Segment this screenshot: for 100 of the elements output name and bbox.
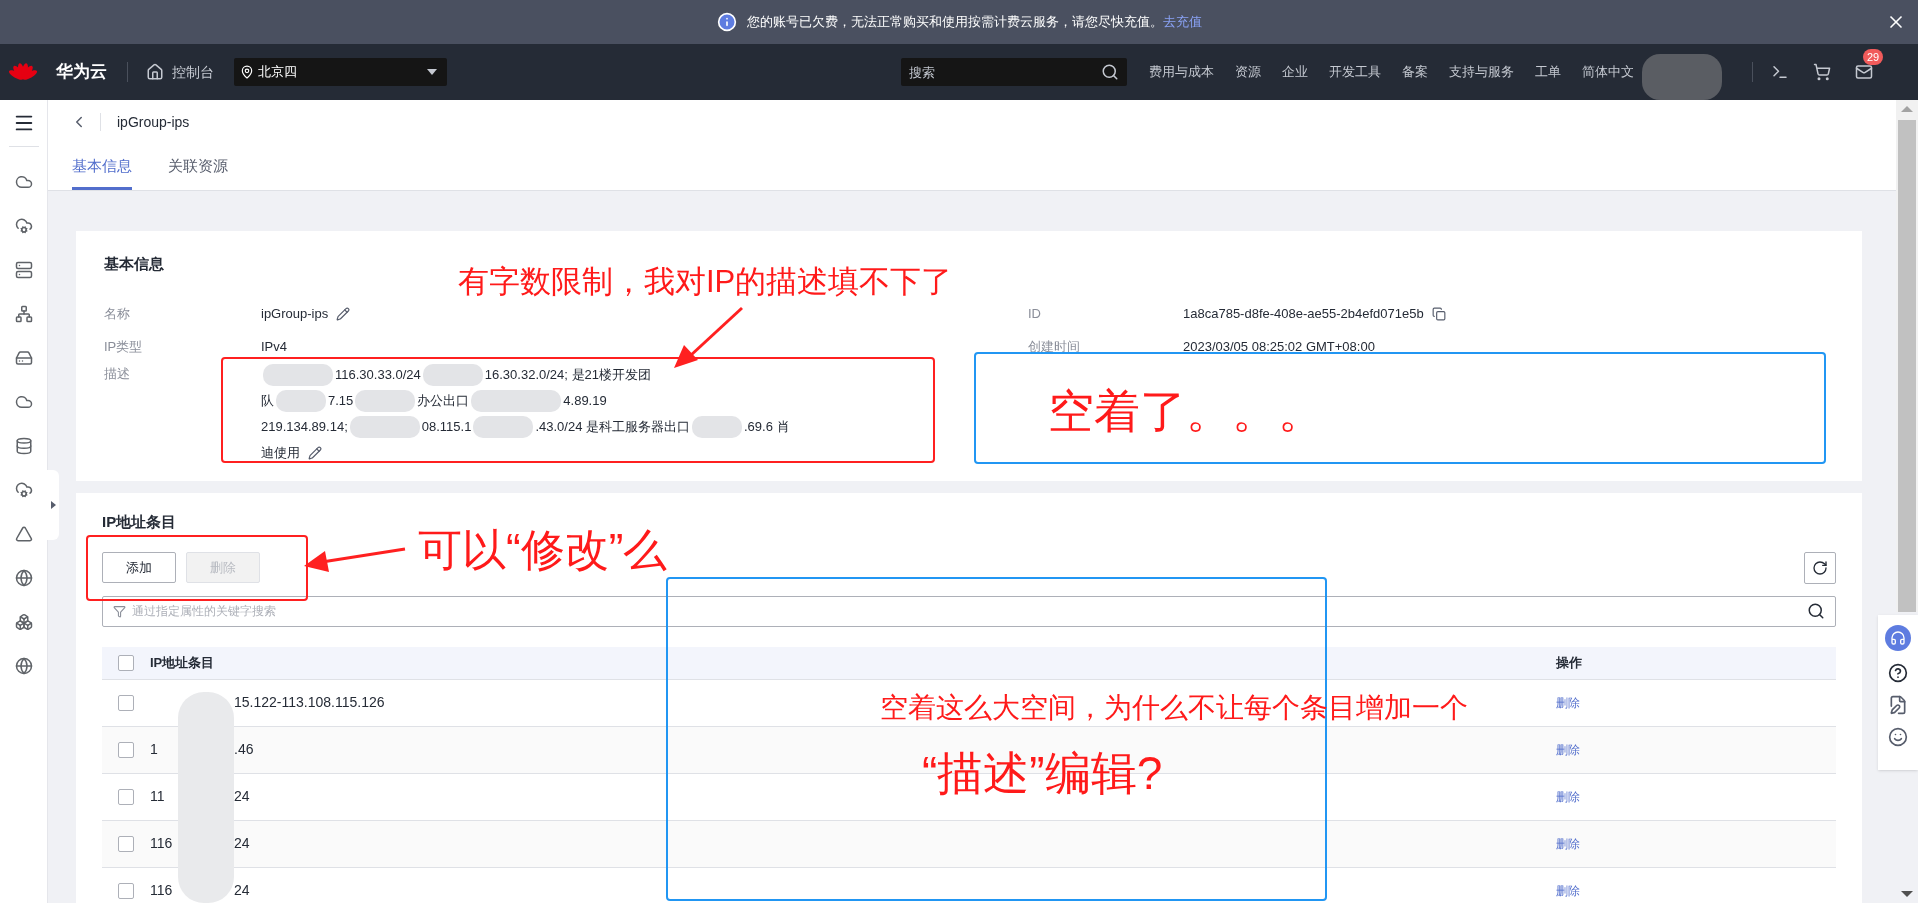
nav-link[interactable]: 支持与服务 bbox=[1449, 62, 1514, 82]
delete-link[interactable]: 删除 bbox=[1550, 881, 1836, 900]
service-icon[interactable] bbox=[14, 437, 33, 455]
service-icon[interactable] bbox=[14, 349, 33, 367]
description-text: 队 bbox=[261, 391, 274, 410]
home-icon bbox=[146, 63, 164, 81]
delete-link[interactable]: 删除 bbox=[1550, 740, 1836, 759]
field-label: ID bbox=[1028, 304, 1042, 323]
pin-icon bbox=[240, 65, 254, 79]
caret-icon bbox=[427, 69, 437, 75]
description-text: 16.30.32.0/24; 是21楼开发团 bbox=[484, 365, 651, 384]
page-title: ipGroup-ips bbox=[117, 112, 190, 132]
field-value: 2023/03/05 08:25:02 GMT+08:00 bbox=[1183, 337, 1375, 356]
note-icon[interactable] bbox=[1888, 695, 1908, 715]
edit-icon[interactable] bbox=[308, 445, 322, 460]
field-value: 1a8ca785-d8fe-408e-ae55-2b4efd071e5b bbox=[1183, 304, 1424, 323]
nav-link[interactable]: 简体中文 bbox=[1582, 62, 1634, 82]
copy-icon[interactable] bbox=[1431, 306, 1446, 321]
delete-link[interactable]: 删除 bbox=[1550, 834, 1836, 853]
ip-range: 24 bbox=[234, 787, 250, 806]
scrollbar[interactable] bbox=[1896, 100, 1918, 612]
brand-name: 华为云 bbox=[56, 61, 107, 84]
region-select[interactable]: 北京四 bbox=[234, 58, 447, 86]
ip-range: 116 bbox=[150, 882, 173, 898]
terminal-icon[interactable] bbox=[1771, 63, 1789, 81]
field-label: 描述 bbox=[104, 364, 131, 383]
annotation-text: 有字数限制，我对IP的描述填不下了 bbox=[458, 266, 953, 297]
nav-link[interactable]: 费用与成本 bbox=[1149, 62, 1214, 82]
checkbox[interactable] bbox=[118, 694, 134, 711]
description-text: 7.15 bbox=[328, 391, 354, 410]
nav-link[interactable]: 开发工具 bbox=[1329, 62, 1381, 82]
service-icon[interactable] bbox=[14, 481, 33, 499]
edit-icon[interactable] bbox=[336, 306, 351, 321]
search-icon bbox=[1101, 63, 1119, 81]
ip-range: 11 bbox=[150, 788, 165, 804]
help-icon[interactable] bbox=[1888, 663, 1908, 683]
checkbox[interactable] bbox=[118, 835, 134, 852]
service-icon[interactable] bbox=[14, 393, 33, 411]
console-link[interactable]: 控制台 bbox=[146, 61, 214, 83]
smile-icon[interactable] bbox=[1888, 727, 1908, 747]
blur-patch bbox=[349, 415, 420, 438]
delete-link[interactable]: 删除 bbox=[1550, 693, 1836, 712]
tab[interactable]: 关联资源 bbox=[168, 154, 228, 190]
annotation-text: 可以“修改”么 bbox=[418, 528, 668, 572]
description-text: 219.134.89.14; bbox=[261, 417, 348, 436]
ip-range: 15.122-113.108.115.126 bbox=[234, 693, 385, 712]
nav-link[interactable]: 资源 bbox=[1235, 62, 1261, 82]
annotation-text: 空着了。。。 bbox=[1048, 388, 1324, 434]
headset-icon[interactable] bbox=[1890, 630, 1906, 646]
tab[interactable]: 基本信息 bbox=[72, 154, 132, 190]
notice-text: 您的账号已欠费，无法正常购买和使用按需计费云服务，请您尽快充值。 bbox=[746, 13, 1163, 32]
blur-patch bbox=[692, 415, 742, 438]
service-icon[interactable] bbox=[14, 261, 33, 279]
section-title: 基本信息 bbox=[104, 254, 165, 274]
filter-icon bbox=[113, 604, 126, 618]
ip-range: 24 bbox=[234, 834, 250, 853]
service-icon[interactable] bbox=[14, 569, 33, 587]
column-header: IP地址条目 bbox=[150, 653, 216, 672]
service-icon[interactable] bbox=[14, 305, 33, 323]
checkbox[interactable] bbox=[118, 741, 134, 758]
checkbox[interactable] bbox=[118, 654, 134, 671]
delete-link[interactable]: 删除 bbox=[1550, 787, 1836, 806]
field-value: IPv4 bbox=[261, 337, 287, 356]
ip-range: 24 bbox=[234, 881, 250, 900]
description-text: 4.89.19 bbox=[563, 391, 607, 410]
info-icon bbox=[716, 12, 737, 32]
column-header: 操作 bbox=[1555, 653, 1583, 672]
nav-link[interactable]: 备案 bbox=[1402, 62, 1428, 82]
description-text: .43.0/24 是科工服务器出口 bbox=[535, 417, 690, 436]
search-icon bbox=[1807, 602, 1825, 620]
cart-icon[interactable] bbox=[1813, 63, 1831, 81]
description-text: 08.115.1 bbox=[421, 417, 472, 436]
mail-icon[interactable] bbox=[1855, 63, 1873, 81]
annotation-arrow bbox=[674, 306, 743, 368]
field-label: 创建时间 bbox=[1028, 337, 1081, 356]
service-icon[interactable] bbox=[14, 525, 33, 543]
description-text: 办公出口 bbox=[417, 391, 470, 410]
nav-link[interactable]: 企业 bbox=[1282, 62, 1308, 82]
scroll-down-icon[interactable] bbox=[1901, 891, 1913, 897]
refresh-button[interactable] bbox=[1804, 551, 1836, 584]
expand-handle[interactable] bbox=[47, 470, 59, 540]
count-badge: 29 bbox=[1863, 49, 1884, 65]
blur-patch bbox=[422, 363, 483, 386]
flower-logo-icon bbox=[8, 61, 38, 83]
checkbox[interactable] bbox=[118, 788, 134, 805]
search-field[interactable]: 搜索 bbox=[901, 58, 1127, 86]
checkbox[interactable] bbox=[118, 882, 134, 899]
service-icon[interactable] bbox=[14, 173, 33, 191]
annotation-text: “描述”编辑? bbox=[922, 750, 1163, 796]
search-input[interactable]: 搜索 bbox=[909, 58, 1101, 86]
blur-patch bbox=[355, 389, 416, 412]
ip-range: 1 bbox=[150, 741, 158, 757]
service-icon[interactable] bbox=[14, 657, 33, 675]
nav-link[interactable]: 工单 bbox=[1535, 62, 1561, 82]
service-icon[interactable] bbox=[14, 217, 33, 235]
description-text: 116.30.33.0/24 bbox=[335, 365, 421, 384]
add-button[interactable]: 添加 bbox=[102, 552, 176, 583]
field-value: ipGroup-ips bbox=[261, 304, 329, 323]
service-icon[interactable] bbox=[14, 613, 33, 631]
ip-range: .46 bbox=[234, 740, 254, 759]
